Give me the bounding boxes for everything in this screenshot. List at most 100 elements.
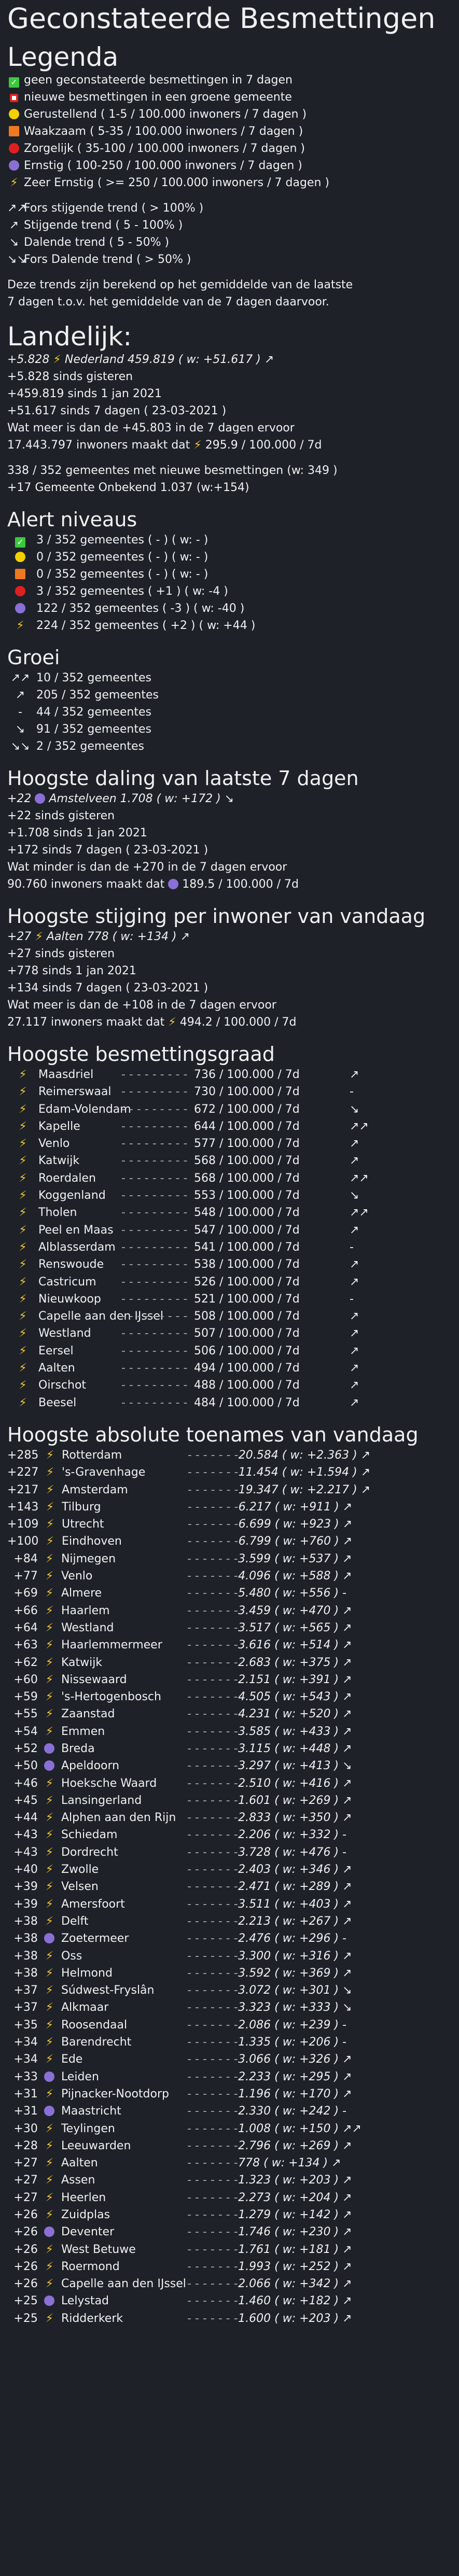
- municipality-name: Almere: [61, 1587, 102, 1600]
- total-value-wrap: 6.799 ( w: +760 ) ↗: [239, 1533, 452, 1550]
- row-icon-wrap: ⚡: [38, 1705, 61, 1723]
- total-value-wrap: 2.796 ( w: +269 ) ↗: [238, 2137, 452, 2154]
- lightning-icon: ⚡: [45, 1690, 54, 1704]
- leader-dots: - - - - - - - - -: [121, 1275, 188, 1289]
- municipality-name: Capelle aan den IJssel: [38, 1310, 163, 1323]
- incidence-value: 521 / 100.000 / 7d: [194, 1292, 300, 1306]
- leader-dots: - - - - - - -: [187, 1535, 239, 1548]
- lightning-icon: ⚡: [45, 1897, 54, 1911]
- trend-icon: ↗: [350, 1154, 359, 1168]
- total-value: 3.066 ( w: +326 ): [238, 2053, 339, 2066]
- row-icon-wrap: ⚡: [38, 1826, 61, 1843]
- total-value-wrap: 3.592 ( w: +369 ) ↗: [238, 1965, 452, 1982]
- lightning-icon: ⚡: [19, 1102, 27, 1116]
- trend-icon: ↗: [342, 1639, 352, 1652]
- incidence-value: 506 / 100.000 / 7d: [194, 1344, 300, 1357]
- lightning-icon: ⚡: [45, 2018, 54, 2032]
- leader-dots: - - - - - - -: [187, 2243, 238, 2256]
- trend-arrow-icon: ↗: [9, 219, 19, 232]
- lightning-icon: ⚡: [45, 1725, 54, 1738]
- leader-dots: - - - - - - -: [187, 1570, 238, 1583]
- row-icon-wrap: ⚡: [7, 1273, 38, 1291]
- total-value-wrap: 4.231 ( w: +520 ) ↗: [238, 1705, 452, 1723]
- increase-value: +69: [13, 1587, 38, 1600]
- absolute-increase-row: +43 ⚡ Schiedam - - - - - - -2.206 ( w: +33…: [7, 1826, 452, 1843]
- leader-dots: - - - - - - -: [187, 1587, 238, 1600]
- municipality-name: Barendrecht: [61, 2036, 132, 2049]
- infection-rate-row: ⚡ Katwijk - - - - - - - - - 568 / 100.000 …: [7, 1152, 452, 1169]
- absolute-increase-row: +31 ⚡ Pijnacker-Nootdorp - - - - - - -1.19…: [7, 2085, 452, 2103]
- row-icon-wrap: ⚡: [38, 1688, 61, 1705]
- municipality-name: Peel en Maas: [38, 1223, 114, 1237]
- total-value-wrap: 1.761 ( w: +181 ) ↗: [238, 2241, 452, 2258]
- lightning-icon: ⚡: [45, 2157, 54, 2170]
- municipality-name: Roerdalen: [38, 1171, 96, 1185]
- total-value-wrap: 2.471 ( w: +289 ) ↗: [238, 1878, 452, 1895]
- lightning-icon: ⚡: [53, 353, 61, 366]
- growth-heading: Groei: [7, 646, 60, 669]
- trend-icon: ↗: [360, 1448, 371, 1462]
- row-icon-wrap: [38, 1757, 61, 1774]
- increase-value: +25: [13, 2294, 38, 2308]
- increase-value: +50: [13, 1759, 38, 1773]
- leader-dots: - - - - - - -: [187, 1880, 238, 1894]
- rise-increase: +27: [7, 930, 32, 943]
- lightning-icon: ⚡: [19, 1396, 27, 1409]
- leader-dots: - - - - - - -: [187, 1604, 238, 1617]
- absolute-increase-row: +30 ⚡ Teylingen - - - - - - -1.008 ( w: +1…: [7, 2120, 452, 2137]
- legend-item: Ernstig ( 100-250 / 100.000 inwoners / 7…: [7, 157, 452, 174]
- yellow-circle-icon: [9, 109, 19, 119]
- row-icon-wrap: ⚡: [7, 1066, 38, 1083]
- leader-dots: - - - - - - -: [187, 1949, 238, 1963]
- trend-legend-item: ↗ Stijgende trend ( 5 - 100% ): [7, 217, 452, 234]
- absolute-increase-row: +60 ⚡ Nissewaard - - - - - - -2.151 ( w: +…: [7, 1671, 452, 1688]
- lightning-icon: ⚡: [45, 2001, 54, 2014]
- total-value: 3.072 ( w: +301 ): [238, 1984, 339, 1997]
- municipality-name: Katwijk: [38, 1154, 80, 1168]
- incidence-value: 568 / 100.000 / 7d: [194, 1171, 300, 1185]
- municipality-name: Koggenland: [38, 1189, 106, 1202]
- growth-row-text: 2 / 352 gemeentes: [36, 740, 144, 753]
- trend-icon: ↗: [342, 1690, 352, 1704]
- row-icon-wrap: [38, 2223, 61, 2241]
- total-value-wrap: 1.008 ( w: +150 ) ↗↗: [238, 2120, 452, 2137]
- total-value: 2.833 ( w: +350 ): [238, 1811, 339, 1825]
- total-value: 2.066 ( w: +342 ): [238, 2277, 339, 2291]
- lightning-icon: ⚡: [193, 439, 202, 452]
- leader-dots: - - - - - - -: [187, 1811, 238, 1825]
- municipality-name: Katwijk: [61, 1656, 103, 1669]
- absolute-increase-row: +227 ⚡ 's-Gravenhage - - - - - - -11.454 (…: [7, 1464, 452, 1481]
- municipality-name: Westland: [38, 1327, 91, 1340]
- green-check-icon: ✓: [15, 537, 25, 548]
- growth-row: ↘↘ 2 / 352 gemeentes: [7, 738, 452, 755]
- row-icon-wrap: ⚡: [38, 1844, 61, 1861]
- trend-icon: ↗: [342, 1552, 352, 1565]
- lightning-icon: ⚡: [19, 1119, 27, 1133]
- leader-dots: - - - - - - -: [187, 1759, 238, 1773]
- trend-legend-item: ↘↘Fors Dalende trend ( > 50% ): [7, 251, 452, 268]
- leader-dots: - - - - - - - - -: [121, 1154, 188, 1168]
- trend-icon: ↗: [342, 1863, 352, 1877]
- trend-icon: ↗: [342, 2139, 352, 2152]
- lightning-icon: ⚡: [19, 1206, 27, 1220]
- municipality-name: Emmen: [61, 1725, 105, 1738]
- legend-item-label: Zeer Ernstig ( >= 250 / 100.000 inwoners…: [24, 176, 329, 189]
- absolute-increase-row: +37 ⚡ Alkmaar - - - - - - -3.323 ( w: +333…: [7, 1999, 452, 2016]
- red-circle-icon: [9, 143, 19, 153]
- increase-value: +28: [13, 2139, 38, 2152]
- purple-circle-icon: [35, 793, 46, 804]
- municipality-name: Teylingen: [61, 2122, 115, 2135]
- total-value: 1.746 ( w: +230 ): [238, 2225, 339, 2239]
- alert-icon-wrap: [7, 583, 33, 600]
- infection-rate-row: ⚡ Venlo - - - - - - - - - 577 / 100.000 / …: [7, 1135, 452, 1152]
- absolute-increase-row: +38 ⚡ Delft - - - - - - -2.213 ( w: +267 )…: [7, 1913, 452, 1930]
- row-icon-wrap: ⚡: [38, 1533, 62, 1550]
- national-heading: Landelijk:: [7, 321, 132, 352]
- trend-arrow-icon: ↘↘: [7, 253, 26, 266]
- purple-circle-icon: [44, 1933, 55, 1944]
- municipality-name: Venlo: [61, 1570, 93, 1583]
- lightning-icon: ⚡: [45, 2139, 54, 2152]
- lightning-icon: ⚡: [19, 1362, 27, 1375]
- trend-icon: ↗: [350, 1344, 359, 1357]
- municipality-name: Alphen aan den Rijn: [61, 1811, 176, 1825]
